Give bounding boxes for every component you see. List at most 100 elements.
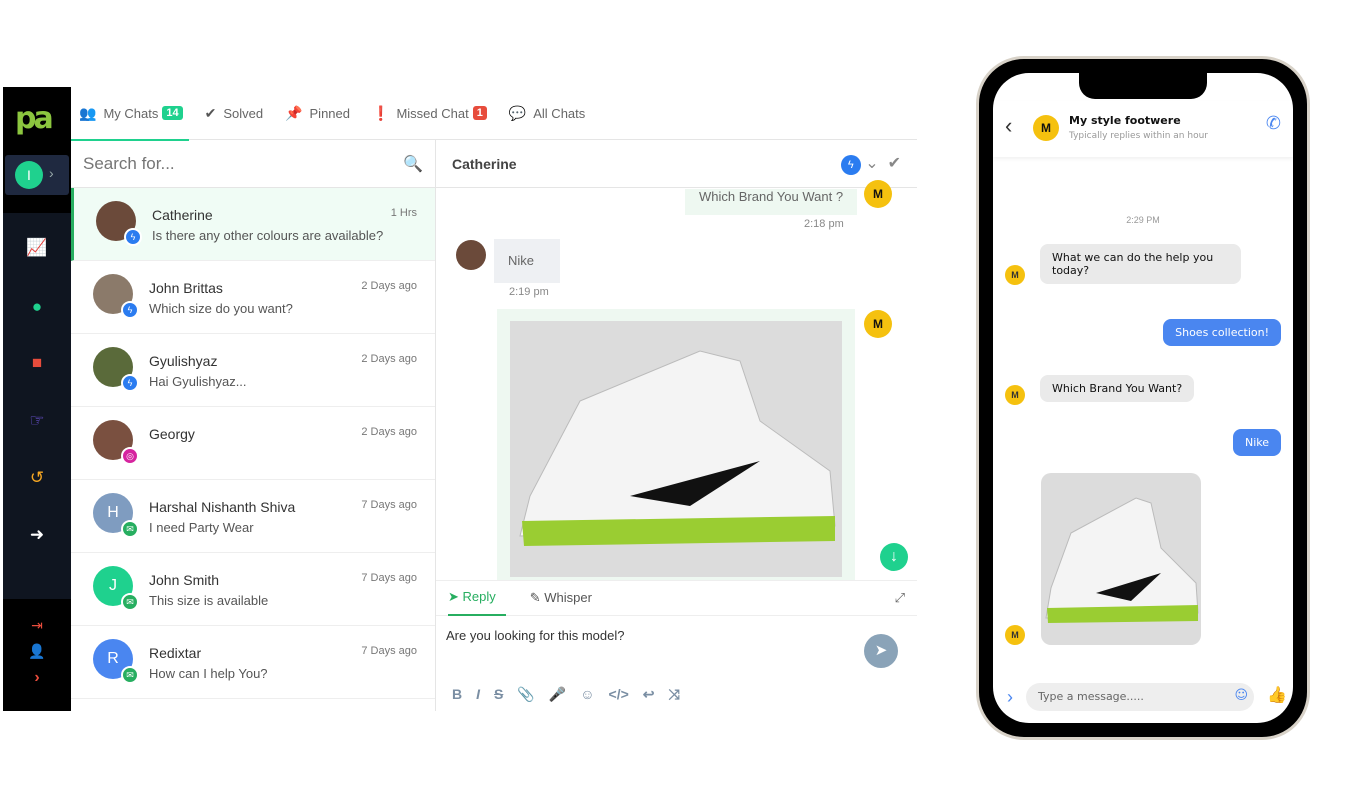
contact-name: John Smith xyxy=(149,572,220,588)
timestamp: 2 Days ago xyxy=(361,353,417,365)
phone-mockup: ‹ M My style footwere Typically replies … xyxy=(976,56,1310,740)
shoe-image[interactable] xyxy=(1041,473,1201,645)
message-time: 2:19 pm xyxy=(509,286,549,298)
tab-label: Solved xyxy=(223,105,264,121)
tab-my-chats[interactable]: 👥 My Chats 14 xyxy=(71,87,189,141)
timestamp: 2 Days ago xyxy=(361,280,417,292)
logout-icon[interactable]: ⇥ xyxy=(3,617,71,634)
message-bubble: Shoes collection! xyxy=(1163,319,1281,346)
avatar-initial: H xyxy=(107,504,119,521)
chat-list-item[interactable]: ϟ Gyulishyaz Hai Gyulishyaz... 2 Days ag… xyxy=(71,334,435,407)
last-message: How can I help You? xyxy=(149,666,268,681)
analytics-icon[interactable]: 📈 xyxy=(3,238,71,258)
business-avatar: M xyxy=(1005,385,1025,405)
comments-icon: 💬 xyxy=(508,104,527,121)
arrow-right-circle-icon[interactable]: ➜ xyxy=(3,525,71,545)
code-icon[interactable]: </> xyxy=(609,686,629,703)
formatting-toolbar: B I S 📎 🎤 ☺ </> ↩ ⤨ xyxy=(452,686,680,703)
pointer-icon[interactable]: ☞ xyxy=(3,411,71,431)
avatar-initial: R xyxy=(107,650,119,667)
expand-icon[interactable]: ⤢ xyxy=(895,590,905,606)
shoe-image[interactable] xyxy=(510,321,842,577)
tab-label: Pinned xyxy=(309,105,350,121)
chat-tabs: 👥 My Chats 14 ✔ Solved 📌 Pinned ❗ Missed Chat… xyxy=(71,87,917,141)
last-message: Is there any other colours are available… xyxy=(152,228,384,243)
avatar-initial: J xyxy=(109,577,117,594)
timestamp: 2 Days ago xyxy=(361,426,417,438)
emoji-icon[interactable]: ☺ xyxy=(1234,688,1248,703)
phone-call-icon[interactable]: ✆ xyxy=(1266,113,1281,134)
webchat-icon: ✉ xyxy=(121,666,139,684)
tab-all-chats[interactable]: 💬 All Chats xyxy=(509,87,585,140)
business-name: My style footwere xyxy=(1069,114,1181,127)
thumbs-up-icon[interactable]: 👍 xyxy=(1267,685,1287,705)
message-bubble: What we can do the help you today? xyxy=(1040,244,1241,284)
avatar: I xyxy=(15,161,43,189)
message-input[interactable]: Type a message..... ☺ xyxy=(1026,683,1254,711)
chat-icon[interactable]: ● xyxy=(3,297,71,317)
tab-reply[interactable]: ➤ Reply xyxy=(448,580,506,616)
reply-all-icon[interactable]: ↩ xyxy=(643,686,655,703)
timestamp: 7 Days ago xyxy=(361,572,417,584)
chat-list-item[interactable]: H ✉ Harshal Nishanth Shiva I need Party … xyxy=(71,480,435,553)
instagram-icon: ◎ xyxy=(121,447,139,465)
team-icon[interactable]: ■ xyxy=(3,353,71,373)
tab-missed-chat[interactable]: ❗ Missed Chat 1 xyxy=(372,87,487,140)
time-label: 2:29 PM xyxy=(1126,215,1160,225)
back-icon[interactable]: ‹ xyxy=(1005,113,1012,139)
chat-list-item[interactable]: J ✉ John Smith This size is available 7 … xyxy=(71,553,435,626)
check-icon[interactable]: ✔ xyxy=(888,155,901,172)
send-button[interactable]: ➤ xyxy=(864,634,898,668)
tab-pinned[interactable]: 📌 Pinned xyxy=(285,87,350,140)
users-icon: 👥 xyxy=(79,104,97,121)
chat-list-item[interactable]: ϟ Catherine Is there any other colours a… xyxy=(71,188,435,261)
contact-name: Catherine xyxy=(452,155,517,172)
user-switcher[interactable]: I › xyxy=(5,155,69,195)
business-avatar: M xyxy=(1005,265,1025,285)
chevron-right-icon[interactable]: › xyxy=(1007,687,1013,708)
search-bar: 🔍 xyxy=(71,140,435,188)
webchat-icon: ✉ xyxy=(121,520,139,538)
last-message: Hai Gyulishyaz... xyxy=(149,374,247,389)
user-icon[interactable]: 👤 xyxy=(3,643,71,660)
input-placeholder: Type a message..... xyxy=(1038,690,1144,703)
messenger-icon: ϟ xyxy=(121,301,139,319)
chat-list-item[interactable]: ◎ Georgy 2 Days ago xyxy=(71,407,435,480)
last-message: Which size do you want? xyxy=(149,301,293,316)
microphone-icon[interactable]: 🎤 xyxy=(549,686,566,703)
tab-solved[interactable]: ✔ Solved xyxy=(205,87,263,140)
italic-icon[interactable]: I xyxy=(476,686,480,703)
strikethrough-icon[interactable]: S xyxy=(494,686,503,703)
contact-name: Harshal Nishanth Shiva xyxy=(149,499,296,515)
chat-list-item[interactable]: R ✉ Redixtar How can I help You? 7 Days … xyxy=(71,626,435,699)
contact-name: Gyulishyaz xyxy=(149,353,218,369)
chevron-down-icon[interactable]: ⌄ xyxy=(865,155,878,172)
contact-name: Georgy xyxy=(149,426,195,442)
tab-label: My Chats xyxy=(103,105,159,121)
bold-icon[interactable]: B xyxy=(452,686,462,703)
search-icon[interactable]: 🔍 xyxy=(403,154,423,174)
chat-list-item[interactable]: ϟ John Brittas Which size do you want? 2… xyxy=(71,261,435,334)
last-message: This size is available xyxy=(149,593,269,608)
shuffle-icon[interactable]: ⤨ xyxy=(669,686,680,703)
history-icon[interactable]: ↺ xyxy=(3,468,71,488)
image-message xyxy=(497,309,855,580)
tab-whisper[interactable]: ✎ Whisper xyxy=(530,590,592,606)
message-bubble: Which Brand You Want? xyxy=(1040,375,1195,402)
tab-label: Reply xyxy=(462,589,496,604)
reply-input[interactable]: Are you looking for this model? xyxy=(446,628,624,643)
messenger-icon: ϟ xyxy=(124,228,142,246)
messenger-screen: ‹ M My style footwere Typically replies … xyxy=(993,73,1293,723)
scroll-down-button[interactable]: ↓ xyxy=(880,543,908,571)
chevron-right-icon: › xyxy=(49,165,54,181)
timestamp: 7 Days ago xyxy=(361,645,417,657)
emoji-icon[interactable]: ☺ xyxy=(580,686,594,703)
chat-list: 🔍 ϟ Catherine Is there any other colours… xyxy=(71,140,436,711)
tab-label: Whisper xyxy=(544,590,592,605)
tab-label: All Chats xyxy=(533,105,586,121)
attachment-icon[interactable]: 📎 xyxy=(517,686,534,703)
chevron-right-icon[interactable]: › xyxy=(3,669,71,687)
messenger-icon[interactable]: ϟ xyxy=(840,154,861,175)
search-input[interactable] xyxy=(83,153,383,174)
last-message: I need Party Wear xyxy=(149,520,254,535)
